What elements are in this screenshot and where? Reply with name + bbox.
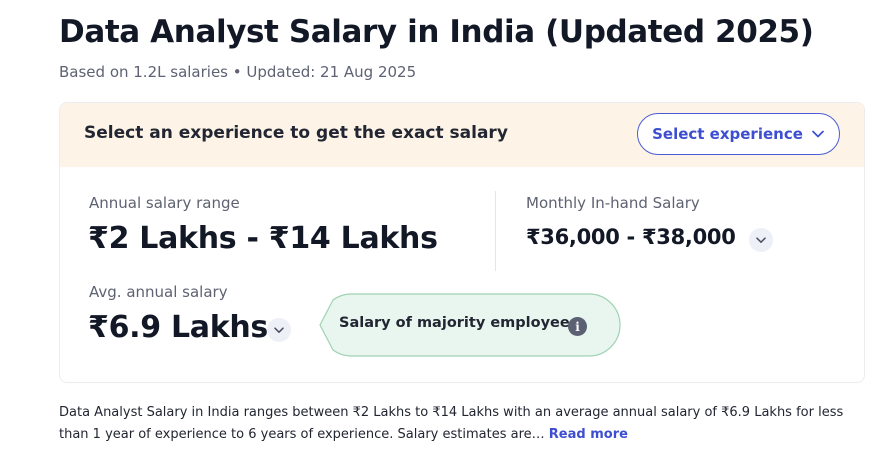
page-subtitle: Based on 1.2L salaries • Updated: 21 Aug… (59, 63, 417, 81)
avg-salary-value: ₹6.9 Lakhs (88, 310, 268, 345)
chevron-down-icon (811, 127, 825, 141)
avg-salary-label: Avg. annual salary (89, 283, 228, 301)
salary-card: Select an experience to get the exact sa… (59, 102, 865, 383)
tooltip-text: Salary of majority employees (339, 315, 579, 331)
experience-prompt: Select an experience to get the exact sa… (84, 123, 508, 143)
monthly-salary-label: Monthly In-hand Salary (526, 194, 700, 212)
majority-salary-tooltip: Salary of majority employees i (319, 293, 621, 357)
read-more-link[interactable]: Read more (549, 427, 628, 442)
select-experience-label: Select experience (652, 125, 803, 143)
info-icon[interactable]: i (568, 317, 587, 336)
salary-description: Data Analyst Salary in India ranges betw… (59, 402, 874, 446)
experience-selector-bar: Select an experience to get the exact sa… (60, 103, 864, 167)
avg-expand-chevron-icon[interactable] (267, 318, 291, 342)
monthly-salary-value: ₹36,000 - ₹38,000 (526, 225, 736, 249)
page-title: Data Analyst Salary in India (Updated 20… (59, 14, 814, 50)
column-divider (495, 191, 496, 271)
select-experience-button[interactable]: Select experience (637, 113, 840, 155)
monthly-expand-chevron-icon[interactable] (749, 228, 773, 252)
description-text: Data Analyst Salary in India ranges betw… (59, 405, 844, 442)
annual-range-value: ₹2 Lakhs - ₹14 Lakhs (88, 221, 438, 256)
annual-range-label: Annual salary range (89, 194, 240, 212)
